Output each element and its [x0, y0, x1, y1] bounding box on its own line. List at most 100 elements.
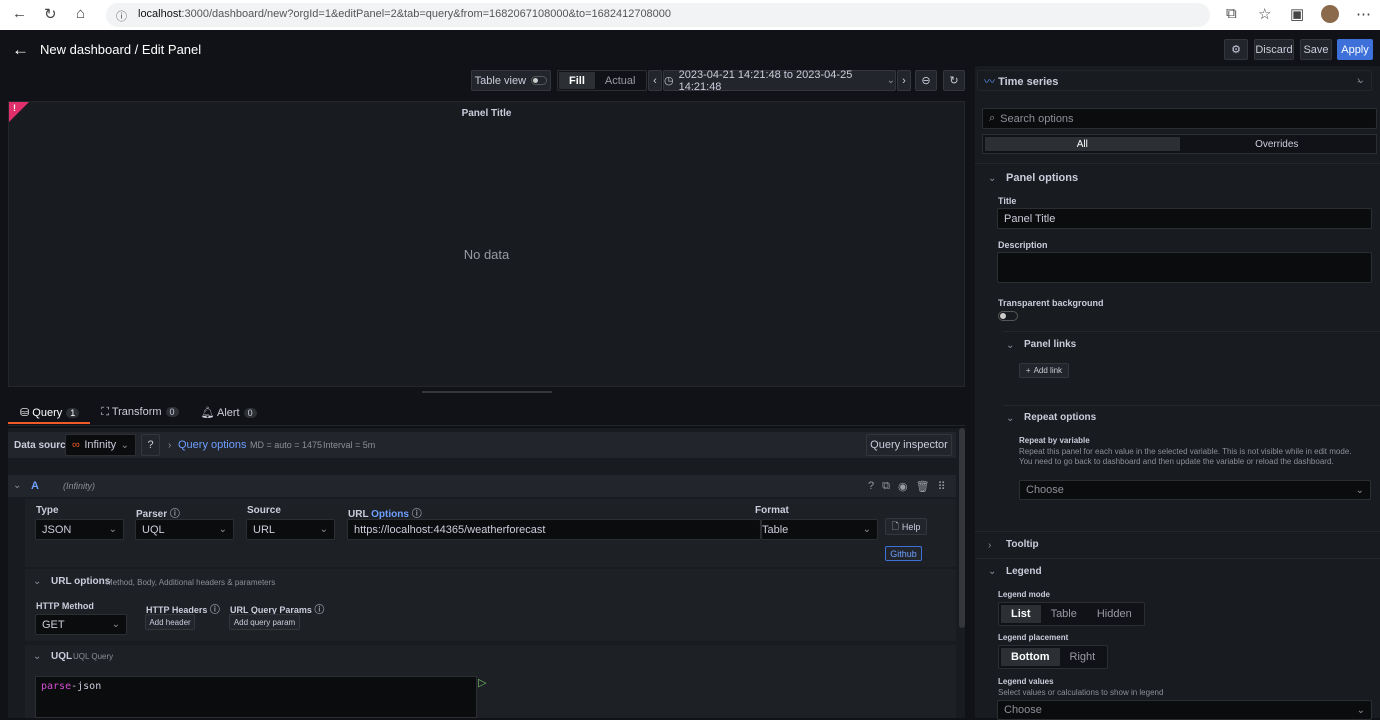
address-bar[interactable]: ⓘ localhost:3000/dashboard/new?orgId=1&e…: [106, 3, 1210, 27]
trash-icon[interactable]: 🗑︎: [916, 480, 930, 493]
legend-mode-table[interactable]: Table: [1041, 605, 1087, 623]
query-inspector-button[interactable]: Query inspector: [866, 434, 952, 456]
uql-code-editor[interactable]: parse-json: [35, 676, 477, 718]
collapse-icon[interactable]: ⌄: [988, 173, 996, 184]
url-options-title[interactable]: URL options: [51, 576, 110, 587]
format-select[interactable]: Table ⌄: [761, 519, 878, 540]
transparent-toggle[interactable]: [998, 311, 1018, 321]
chevron-down-icon: ⌄: [108, 524, 117, 535]
extensions-icon[interactable]: ⧉: [1226, 5, 1237, 22]
infinity-icon: ∞: [72, 439, 80, 451]
panel-links-header[interactable]: Panel links: [1024, 339, 1076, 350]
collapse-icon[interactable]: ⌄: [13, 480, 21, 491]
discard-button[interactable]: Discard: [1254, 39, 1294, 60]
tab-alert[interactable]: 🔔︎ Alert 0: [201, 406, 257, 419]
chevron-down-icon: ⌄: [218, 524, 227, 535]
drag-handle-icon[interactable]: ⠿: [938, 480, 946, 493]
transparent-label: Transparent background: [998, 298, 1104, 308]
uql-title[interactable]: UQL: [51, 651, 72, 662]
fill-actual-segment[interactable]: Fill Actual: [557, 70, 648, 91]
refresh-button[interactable]: ↻: [943, 70, 965, 91]
tab-all[interactable]: All: [985, 137, 1180, 151]
panel-options-header[interactable]: Panel options: [1006, 172, 1078, 184]
back-icon[interactable]: ←: [12, 5, 27, 22]
avatar[interactable]: [1321, 5, 1339, 23]
reload-icon[interactable]: ↻: [44, 5, 57, 23]
query-row-header[interactable]: [8, 475, 956, 497]
description-textarea[interactable]: [997, 252, 1372, 283]
parser-select[interactable]: UQL ⌄: [135, 519, 234, 540]
collapse-icon[interactable]: ⌄: [988, 566, 996, 577]
repeat-variable-select[interactable]: Choose ⌄: [1019, 480, 1371, 500]
info-icon: ⓘ: [314, 605, 325, 616]
chevron-down-icon: ⌄: [862, 524, 871, 535]
collapse-icon[interactable]: ⌄: [33, 576, 41, 587]
type-select[interactable]: JSON ⌄: [35, 519, 124, 540]
settings-button[interactable]: ⚙: [1224, 39, 1248, 60]
tab-query[interactable]: ⛁ Query 1: [20, 406, 80, 419]
back-arrow-icon[interactable]: ←: [12, 40, 29, 60]
help-icon[interactable]: ?: [868, 480, 874, 493]
collapse-icon[interactable]: ⌄: [33, 651, 41, 662]
datasource-picker[interactable]: ∞ Infinity ⌄: [65, 434, 136, 456]
legend-mode-label: Legend mode: [998, 590, 1051, 599]
scrollbar[interactable]: [959, 428, 965, 628]
legend-mode-segment[interactable]: List Table Hidden: [998, 602, 1145, 626]
toggle-switch[interactable]: [531, 76, 548, 85]
legend-values-label: Legend values: [998, 677, 1054, 686]
help-button[interactable]: 🗋 Help: [885, 518, 927, 535]
zoom-out-button[interactable]: ⊖: [915, 70, 937, 91]
home-icon[interactable]: ⌂: [76, 5, 85, 22]
legend-mode-hidden[interactable]: Hidden: [1087, 605, 1142, 623]
datasource-help-button[interactable]: ?: [141, 434, 160, 456]
collapse-icon[interactable]: ⌄: [1006, 413, 1014, 424]
title-input[interactable]: Panel Title: [997, 208, 1372, 229]
apply-button[interactable]: Apply: [1337, 39, 1373, 60]
url-input[interactable]: https://localhost:44365/weatherforecast: [347, 519, 761, 540]
eye-icon[interactable]: ◉: [898, 480, 908, 493]
legend-values-select[interactable]: Choose ⌄: [997, 700, 1372, 720]
table-view-toggle[interactable]: Table view: [471, 70, 551, 91]
collections-icon[interactable]: ▣: [1290, 5, 1304, 23]
add-link-button[interactable]: + Add link: [1019, 363, 1069, 378]
format-label: Format: [755, 505, 789, 516]
github-button[interactable]: Github: [885, 546, 922, 561]
time-back-button[interactable]: ‹: [648, 70, 662, 91]
visualization-picker[interactable]: 〰 Time series ⌄: [977, 70, 1372, 91]
add-query-param-button[interactable]: Add query param: [229, 614, 300, 630]
fill-option[interactable]: Fill: [559, 72, 595, 89]
collapse-icon[interactable]: ⌄: [1006, 340, 1014, 351]
panel-title: Panel Title: [461, 108, 512, 119]
more-icon[interactable]: ⋯: [1356, 5, 1371, 23]
tab-overrides[interactable]: Overrides: [1180, 137, 1375, 151]
query-ref-id[interactable]: A: [31, 480, 39, 492]
legend-mode-list[interactable]: List: [1001, 605, 1041, 623]
chevron-right-icon[interactable]: ›: [1357, 75, 1360, 86]
resize-handle[interactable]: [422, 391, 552, 393]
time-forward-button[interactable]: ›: [897, 70, 911, 91]
query-options-link[interactable]: Query options: [178, 439, 246, 451]
http-method-select[interactable]: GET ⌄: [35, 614, 127, 635]
add-header-button[interactable]: Add header: [145, 614, 195, 630]
tab-transform[interactable]: ⛶ Transform 0: [101, 406, 179, 419]
datasource-value: Infinity: [84, 439, 117, 451]
zoom-out-icon: ⊖: [921, 75, 931, 87]
chevron-right-icon[interactable]: ›: [988, 540, 991, 551]
info-icon: ⓘ: [209, 605, 220, 616]
favorites-icon[interactable]: ☆: [1258, 5, 1271, 23]
repeat-options-header[interactable]: Repeat options: [1024, 412, 1096, 423]
legend-header[interactable]: Legend: [1006, 566, 1042, 577]
legend-placement-bottom[interactable]: Bottom: [1001, 648, 1060, 666]
duplicate-icon[interactable]: ⧉: [882, 480, 890, 493]
run-icon[interactable]: ▷: [478, 676, 486, 689]
legend-placement-right[interactable]: Right: [1060, 648, 1106, 666]
search-options-input[interactable]: ⌕ Search options: [982, 108, 1377, 129]
legend-placement-segment[interactable]: Bottom Right: [998, 645, 1109, 669]
source-select[interactable]: URL ⌄: [246, 519, 335, 540]
tooltip-header[interactable]: Tooltip: [1006, 539, 1039, 550]
time-picker[interactable]: ◷ 2023-04-21 14:21:48 to 2023-04-25 14:21…: [663, 69, 896, 93]
browser-bar: ← ↻ ⌂ ⓘ localhost:3000/dashboard/new?org…: [0, 0, 1380, 30]
actual-option[interactable]: Actual: [595, 72, 646, 89]
search-icon: ⌕: [989, 112, 996, 124]
save-button[interactable]: Save: [1300, 39, 1332, 60]
